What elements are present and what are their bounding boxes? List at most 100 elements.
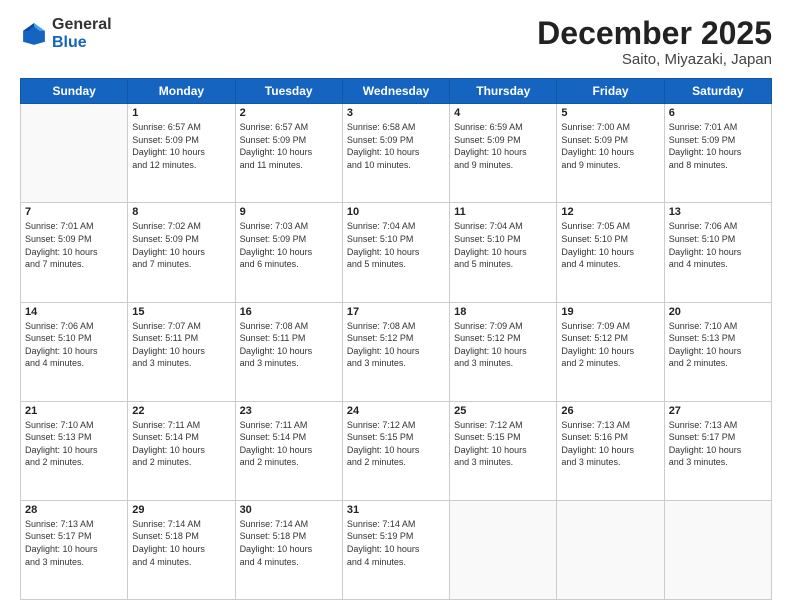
day-info: Sunrise: 6:59 AM Sunset: 5:09 PM Dayligh…: [454, 121, 552, 171]
header-row: SundayMondayTuesdayWednesdayThursdayFrid…: [21, 79, 772, 104]
page: General Blue December 2025 Saito, Miyaza…: [0, 0, 792, 612]
calendar-cell: [557, 500, 664, 599]
calendar-cell: 3 Sunrise: 6:58 AM Sunset: 5:09 PM Daylig…: [342, 104, 449, 203]
day-header-thursday: Thursday: [450, 79, 557, 104]
day-info: Sunrise: 7:11 AM Sunset: 5:14 PM Dayligh…: [240, 419, 338, 469]
week-row-0: 1Sunrise: 6:57 AM Sunset: 5:09 PM Daylig…: [21, 104, 772, 203]
logo: General Blue: [20, 16, 112, 51]
day-number: 10: [347, 206, 445, 218]
day-number: 18: [454, 306, 552, 318]
day-info: Sunrise: 7:02 AM Sunset: 5:09 PM Dayligh…: [132, 220, 230, 270]
day-info: Sunrise: 7:01 AM Sunset: 5:09 PM Dayligh…: [669, 121, 767, 171]
day-header-tuesday: Tuesday: [235, 79, 342, 104]
day-header-monday: Monday: [128, 79, 235, 104]
day-header-saturday: Saturday: [664, 79, 771, 104]
day-number: 6: [669, 107, 767, 119]
day-info: Sunrise: 7:10 AM Sunset: 5:13 PM Dayligh…: [25, 419, 123, 469]
day-number: 2: [240, 107, 338, 119]
calendar-cell: 25Sunrise: 7:12 AM Sunset: 5:15 PM Dayli…: [450, 401, 557, 500]
calendar-body: 1Sunrise: 6:57 AM Sunset: 5:09 PM Daylig…: [21, 104, 772, 600]
day-number: 12: [561, 206, 659, 218]
day-header-sunday: Sunday: [21, 79, 128, 104]
calendar-cell: 10Sunrise: 7:04 AM Sunset: 5:10 PM Dayli…: [342, 203, 449, 302]
day-number: 31: [347, 504, 445, 516]
day-number: 16: [240, 306, 338, 318]
calendar-cell: 21 Sunrise: 7:10 AM Sunset: 5:13 PM Dayli…: [21, 401, 128, 500]
calendar-cell: 7 Sunrise: 7:01 AM Sunset: 5:09 PM Daylig…: [21, 203, 128, 302]
day-number: 5: [561, 107, 659, 119]
calendar-cell: 29Sunrise: 7:14 AM Sunset: 5:18 PM Dayli…: [128, 500, 235, 599]
day-number: 13: [669, 206, 767, 218]
week-row-4: 28 Sunrise: 7:13 AM Sunset: 5:17 PM Dayli…: [21, 500, 772, 599]
day-info: Sunrise: 7:01 AM Sunset: 5:09 PM Dayligh…: [25, 220, 123, 270]
title-block: December 2025 Saito, Miyazaki, Japan: [537, 16, 772, 68]
location-title: Saito, Miyazaki, Japan: [537, 51, 772, 68]
day-header-friday: Friday: [557, 79, 664, 104]
calendar-cell: 9Sunrise: 7:03 AM Sunset: 5:09 PM Daylig…: [235, 203, 342, 302]
calendar-header: SundayMondayTuesdayWednesdayThursdayFrid…: [21, 79, 772, 104]
calendar-cell: 12 Sunrise: 7:05 AM Sunset: 5:10 PM Dayli…: [557, 203, 664, 302]
day-number: 15: [132, 306, 230, 318]
day-info: Sunrise: 7:13 AM Sunset: 5:16 PM Dayligh…: [561, 419, 659, 469]
day-info: Sunrise: 7:08 AM Sunset: 5:11 PM Dayligh…: [240, 320, 338, 370]
day-number: 29: [132, 504, 230, 516]
calendar-cell: 26 Sunrise: 7:13 AM Sunset: 5:16 PM Dayli…: [557, 401, 664, 500]
calendar-cell: 30 Sunrise: 7:14 AM Sunset: 5:18 PM Dayli…: [235, 500, 342, 599]
day-number: 3: [347, 107, 445, 119]
day-info: Sunrise: 7:10 AM Sunset: 5:13 PM Dayligh…: [669, 320, 767, 370]
day-number: 30: [240, 504, 338, 516]
calendar-cell: 6 Sunrise: 7:01 AM Sunset: 5:09 PM Daylig…: [664, 104, 771, 203]
day-number: 7: [25, 206, 123, 218]
day-info: Sunrise: 7:12 AM Sunset: 5:15 PM Dayligh…: [454, 419, 552, 469]
logo-text: General Blue: [52, 16, 112, 51]
day-info: Sunrise: 7:08 AM Sunset: 5:12 PM Dayligh…: [347, 320, 445, 370]
day-number: 11: [454, 206, 552, 218]
day-info: Sunrise: 7:13 AM Sunset: 5:17 PM Dayligh…: [25, 518, 123, 568]
day-number: 27: [669, 405, 767, 417]
logo-icon: [20, 20, 48, 48]
day-number: 26: [561, 405, 659, 417]
calendar-cell: 4 Sunrise: 6:59 AM Sunset: 5:09 PM Daylig…: [450, 104, 557, 203]
calendar-cell: 24 Sunrise: 7:12 AM Sunset: 5:15 PM Dayli…: [342, 401, 449, 500]
day-info: Sunrise: 7:11 AM Sunset: 5:14 PM Dayligh…: [132, 419, 230, 469]
day-number: 19: [561, 306, 659, 318]
day-info: Sunrise: 7:09 AM Sunset: 5:12 PM Dayligh…: [561, 320, 659, 370]
day-number: 20: [669, 306, 767, 318]
calendar-cell: 17 Sunrise: 7:08 AM Sunset: 5:12 PM Dayli…: [342, 302, 449, 401]
day-number: 1: [132, 107, 230, 119]
day-number: 28: [25, 504, 123, 516]
day-info: Sunrise: 7:14 AM Sunset: 5:19 PM Dayligh…: [347, 518, 445, 568]
day-number: 22: [132, 405, 230, 417]
calendar-cell: [664, 500, 771, 599]
day-info: Sunrise: 7:03 AM Sunset: 5:09 PM Dayligh…: [240, 220, 338, 270]
calendar-cell: 1Sunrise: 6:57 AM Sunset: 5:09 PM Daylig…: [128, 104, 235, 203]
day-header-wednesday: Wednesday: [342, 79, 449, 104]
calendar-cell: [450, 500, 557, 599]
calendar-cell: 11 Sunrise: 7:04 AM Sunset: 5:10 PM Dayli…: [450, 203, 557, 302]
day-number: 4: [454, 107, 552, 119]
week-row-1: 7 Sunrise: 7:01 AM Sunset: 5:09 PM Daylig…: [21, 203, 772, 302]
day-info: Sunrise: 7:14 AM Sunset: 5:18 PM Dayligh…: [240, 518, 338, 568]
day-info: Sunrise: 7:00 AM Sunset: 5:09 PM Dayligh…: [561, 121, 659, 171]
calendar-cell: 22 Sunrise: 7:11 AM Sunset: 5:14 PM Dayli…: [128, 401, 235, 500]
header: General Blue December 2025 Saito, Miyaza…: [20, 16, 772, 68]
day-number: 24: [347, 405, 445, 417]
day-info: Sunrise: 7:06 AM Sunset: 5:10 PM Dayligh…: [669, 220, 767, 270]
day-number: 8: [132, 206, 230, 218]
day-info: Sunrise: 7:12 AM Sunset: 5:15 PM Dayligh…: [347, 419, 445, 469]
calendar-cell: 14Sunrise: 7:06 AM Sunset: 5:10 PM Dayli…: [21, 302, 128, 401]
calendar-cell: 18Sunrise: 7:09 AM Sunset: 5:12 PM Dayli…: [450, 302, 557, 401]
calendar-table: SundayMondayTuesdayWednesdayThursdayFrid…: [20, 78, 772, 600]
day-info: Sunrise: 7:06 AM Sunset: 5:10 PM Dayligh…: [25, 320, 123, 370]
calendar-cell: 13 Sunrise: 7:06 AM Sunset: 5:10 PM Dayli…: [664, 203, 771, 302]
calendar-cell: 8 Sunrise: 7:02 AM Sunset: 5:09 PM Daylig…: [128, 203, 235, 302]
day-info: Sunrise: 6:58 AM Sunset: 5:09 PM Dayligh…: [347, 121, 445, 171]
day-info: Sunrise: 7:04 AM Sunset: 5:10 PM Dayligh…: [454, 220, 552, 270]
day-number: 17: [347, 306, 445, 318]
day-info: Sunrise: 7:05 AM Sunset: 5:10 PM Dayligh…: [561, 220, 659, 270]
calendar-cell: 20 Sunrise: 7:10 AM Sunset: 5:13 PM Dayli…: [664, 302, 771, 401]
day-number: 23: [240, 405, 338, 417]
calendar-cell: [21, 104, 128, 203]
day-info: Sunrise: 7:07 AM Sunset: 5:11 PM Dayligh…: [132, 320, 230, 370]
day-number: 21: [25, 405, 123, 417]
